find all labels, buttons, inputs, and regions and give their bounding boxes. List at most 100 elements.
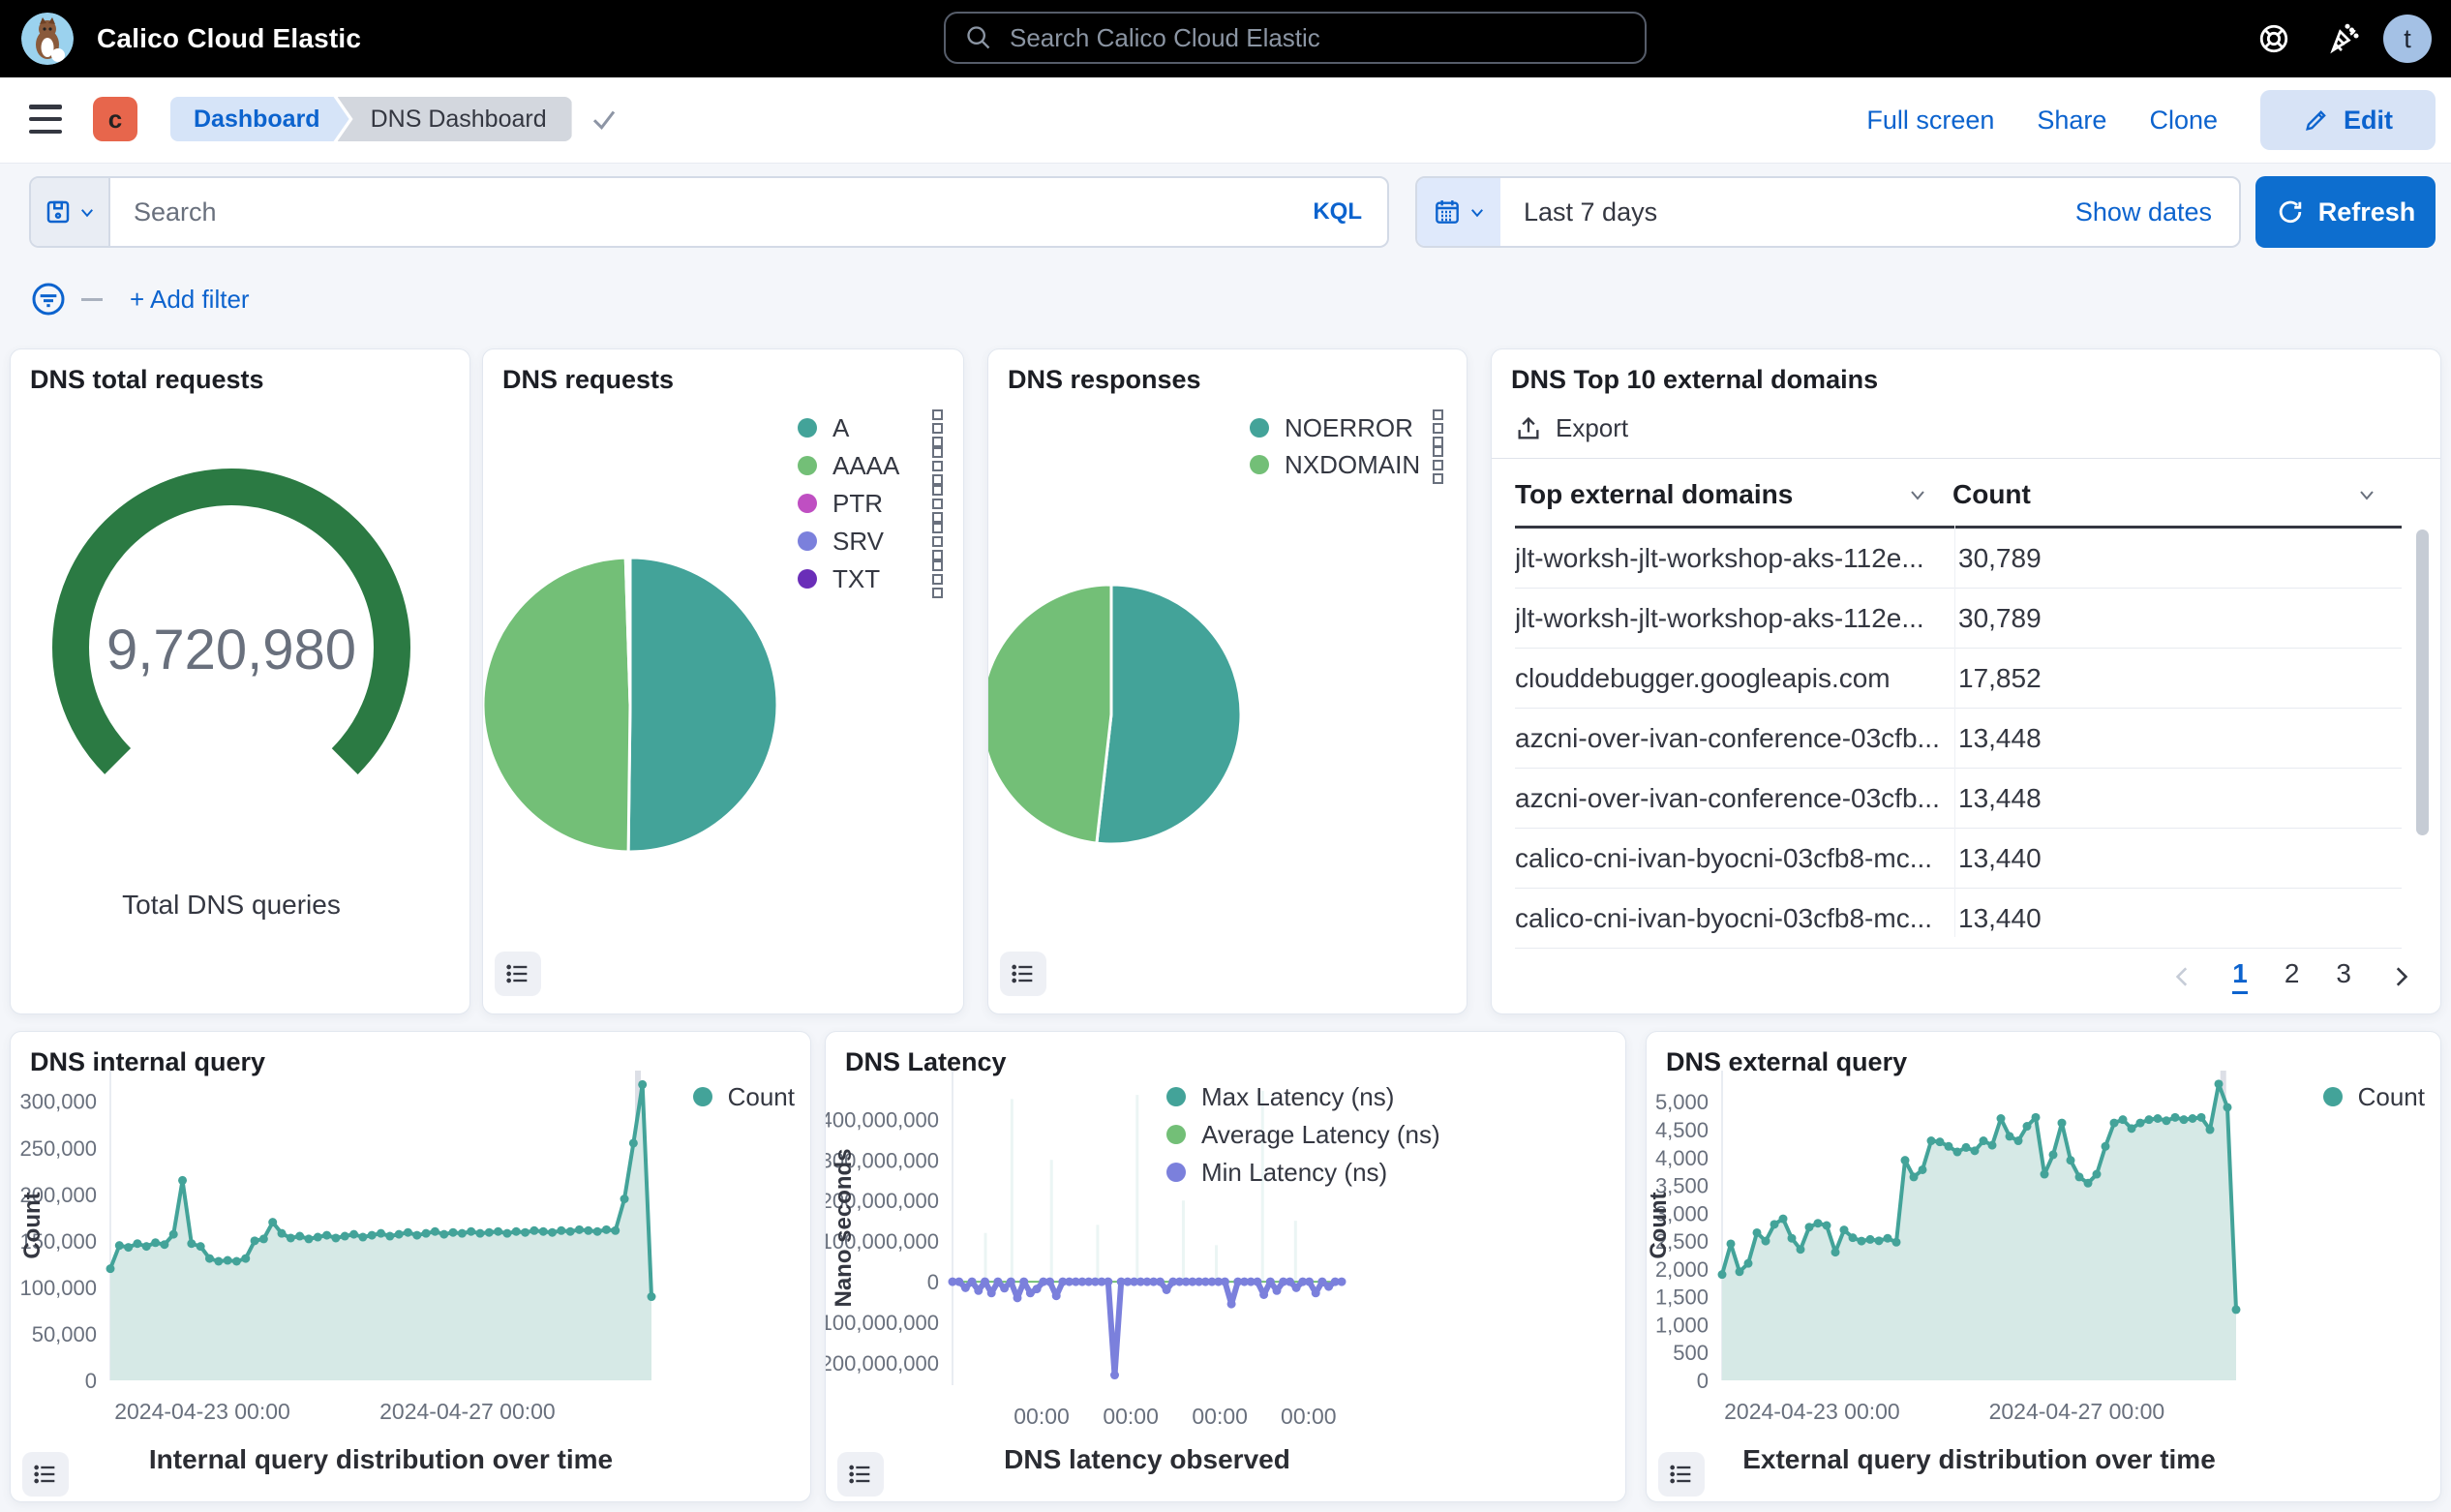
divider: [1492, 458, 2440, 459]
page-button-3[interactable]: 3: [2336, 958, 2351, 994]
panel-dns-latency[interactable]: DNS Latency 400,000,000300,000,000200,00…: [825, 1031, 1626, 1502]
pagination: 1 23: [2170, 958, 2413, 994]
table-row[interactable]: azcni-over-ivan-conference-03cfb... 13,4…: [1515, 709, 2402, 769]
breadcrumb-dashboard[interactable]: Dashboard: [170, 97, 349, 141]
table-scrollbar[interactable]: [2416, 529, 2429, 835]
avatar[interactable]: t: [2383, 15, 2432, 63]
calico-logo-icon[interactable]: [21, 13, 74, 65]
pie-slice-AAAA[interactable]: [483, 558, 630, 852]
table-row[interactable]: clouddebugger.googleapis.com 17,852: [1515, 649, 2402, 709]
panel-dns-internal-query[interactable]: DNS internal query 300,000250,000200,000…: [10, 1031, 811, 1502]
pie-slice-TXT[interactable]: [629, 558, 630, 705]
legend-label: TXT: [832, 564, 880, 594]
legend-actions-icon[interactable]: [932, 523, 943, 560]
dns-dashboard-app: Calico Cloud Elastic t c Dashboard DNS D…: [0, 0, 2451, 1512]
list-icon: [1668, 1461, 1695, 1488]
y-axis-tick: 250,000: [19, 1136, 97, 1161]
panel-list-button[interactable]: [1658, 1452, 1705, 1497]
legend-item-Average Latency (ns)[interactable]: Average Latency (ns): [1166, 1118, 1440, 1151]
previous-page-icon[interactable]: [2170, 964, 2195, 989]
help-button[interactable]: [2257, 0, 2290, 77]
full-screen-button[interactable]: Full screen: [1866, 106, 1994, 136]
table-row[interactable]: jlt-worksh-jlt-workshop-aks-112e... 30,7…: [1515, 589, 2402, 649]
menu-button[interactable]: [29, 105, 62, 134]
legend-item-PTR[interactable]: PTR: [798, 485, 943, 522]
table-row[interactable]: azcni-over-ivan-conference-03cfb... 13,4…: [1515, 769, 2402, 829]
refresh-button[interactable]: Refresh: [2255, 176, 2436, 248]
global-search-input[interactable]: [1008, 22, 1625, 54]
table-body: jlt-worksh-jlt-workshop-aks-112e... 30,7…: [1515, 529, 2402, 949]
domain-cell: clouddebugger.googleapis.com: [1515, 663, 1952, 694]
legend-label: Min Latency (ns): [1201, 1158, 1387, 1188]
space-avatar[interactable]: c: [93, 97, 137, 141]
legend-item-NXDOMAIN[interactable]: NXDOMAIN: [1250, 446, 1443, 483]
legend-actions-icon[interactable]: [1433, 446, 1443, 484]
global-search[interactable]: [944, 12, 1647, 64]
panel-dns-responses[interactable]: DNS responses NOERROR NXDOMAIN: [987, 348, 1468, 1014]
chart-caption: Internal query distribution over time: [110, 1444, 651, 1475]
y-axis-tick: 50,000: [32, 1322, 97, 1346]
legend-item-NOERROR[interactable]: NOERROR: [1250, 409, 1443, 446]
pie-slice-NXDOMAIN[interactable]: [988, 585, 1111, 843]
legend-actions-icon[interactable]: [1433, 409, 1443, 447]
filter-icon[interactable]: [29, 280, 68, 318]
panel-list-button[interactable]: [495, 952, 541, 996]
user-menu-button[interactable]: t: [2383, 0, 2432, 77]
panel-dns-requests[interactable]: DNS requests A AAAA PTR SRV TXT: [482, 348, 964, 1014]
count-cell: 13,440: [1952, 903, 2402, 934]
calendar-icon: [1432, 197, 1463, 227]
next-page-icon[interactable]: [2388, 964, 2413, 989]
pie-slice-NOERROR[interactable]: [1097, 585, 1241, 844]
column-header-domains[interactable]: Top external domains: [1515, 479, 1952, 510]
y-axis-tick: 4,500: [1655, 1118, 1709, 1142]
query-search-input[interactable]: [110, 197, 1287, 227]
chevron-down-icon: [78, 203, 96, 221]
page-button-2[interactable]: 2: [2285, 958, 2300, 994]
legend-item-AAAA[interactable]: AAAA: [798, 447, 943, 484]
panel-list-button[interactable]: [22, 1452, 69, 1497]
legend-item-SRV[interactable]: SRV: [798, 523, 943, 559]
y-axis-tick: 300,000: [19, 1090, 97, 1114]
table-row[interactable]: calico-cni-ivan-byocni-03cfb8-mc... 13,4…: [1515, 889, 2402, 949]
column-header-count[interactable]: Count: [1952, 479, 2402, 510]
legend-item-Count[interactable]: Count: [693, 1080, 795, 1113]
panel-dns-total-requests[interactable]: DNS total requests 9,720,980 Total DNS q…: [10, 348, 470, 1014]
legend-actions-icon[interactable]: [932, 560, 943, 598]
edit-button[interactable]: Edit: [2260, 90, 2436, 150]
share-button[interactable]: Share: [2037, 106, 2106, 136]
check-icon: [590, 105, 619, 134]
table-row[interactable]: calico-cni-ivan-byocni-03cfb8-mc... 13,4…: [1515, 829, 2402, 889]
legend-actions-icon[interactable]: [932, 409, 943, 447]
add-filter-button[interactable]: + Add filter: [130, 285, 250, 315]
panel-dns-external-query[interactable]: DNS external query 5,0004,5004,0003,5003…: [1646, 1031, 2441, 1502]
clone-button[interactable]: Clone: [2149, 106, 2218, 136]
page-button-1[interactable]: 1: [2232, 958, 2248, 994]
legend-item-Count[interactable]: Count: [2323, 1080, 2425, 1113]
export-button[interactable]: Export: [1515, 413, 1628, 443]
legend-item-TXT[interactable]: TXT: [798, 560, 943, 597]
news-button[interactable]: [2327, 0, 2362, 77]
chevron-down-icon: [1468, 203, 1486, 221]
legend-dot: [1250, 455, 1269, 474]
panel-list-button[interactable]: [837, 1452, 884, 1497]
date-quick-menu-button[interactable]: [1417, 178, 1500, 246]
legend-item-Min Latency (ns)[interactable]: Min Latency (ns): [1166, 1156, 1440, 1189]
saved-query-menu-button[interactable]: [31, 178, 110, 246]
legend-actions-icon[interactable]: [932, 485, 943, 523]
time-range-value[interactable]: Last 7 days: [1500, 197, 2075, 227]
pie-slice-A[interactable]: [628, 558, 777, 852]
panel-list-button[interactable]: [1000, 952, 1046, 996]
show-dates-button[interactable]: Show dates: [2075, 197, 2239, 227]
legend-actions-icon[interactable]: [932, 447, 943, 485]
list-icon: [32, 1461, 59, 1488]
table-row[interactable]: jlt-worksh-jlt-workshop-aks-112e... 30,7…: [1515, 529, 2402, 589]
legend-item-A[interactable]: A: [798, 409, 943, 446]
y-axis-title: Nano seconds: [831, 1148, 857, 1307]
pencil-icon: [2303, 106, 2330, 134]
y-axis-tick: 0: [1697, 1369, 1709, 1393]
legend-dot: [2323, 1087, 2343, 1106]
legend-dot: [1166, 1125, 1186, 1144]
legend-item-Max Latency (ns)[interactable]: Max Latency (ns): [1166, 1080, 1440, 1113]
panel-top-external-domains[interactable]: DNS Top 10 external domains Export Top e…: [1491, 348, 2441, 1014]
kql-language-button[interactable]: KQL: [1287, 198, 1387, 226]
